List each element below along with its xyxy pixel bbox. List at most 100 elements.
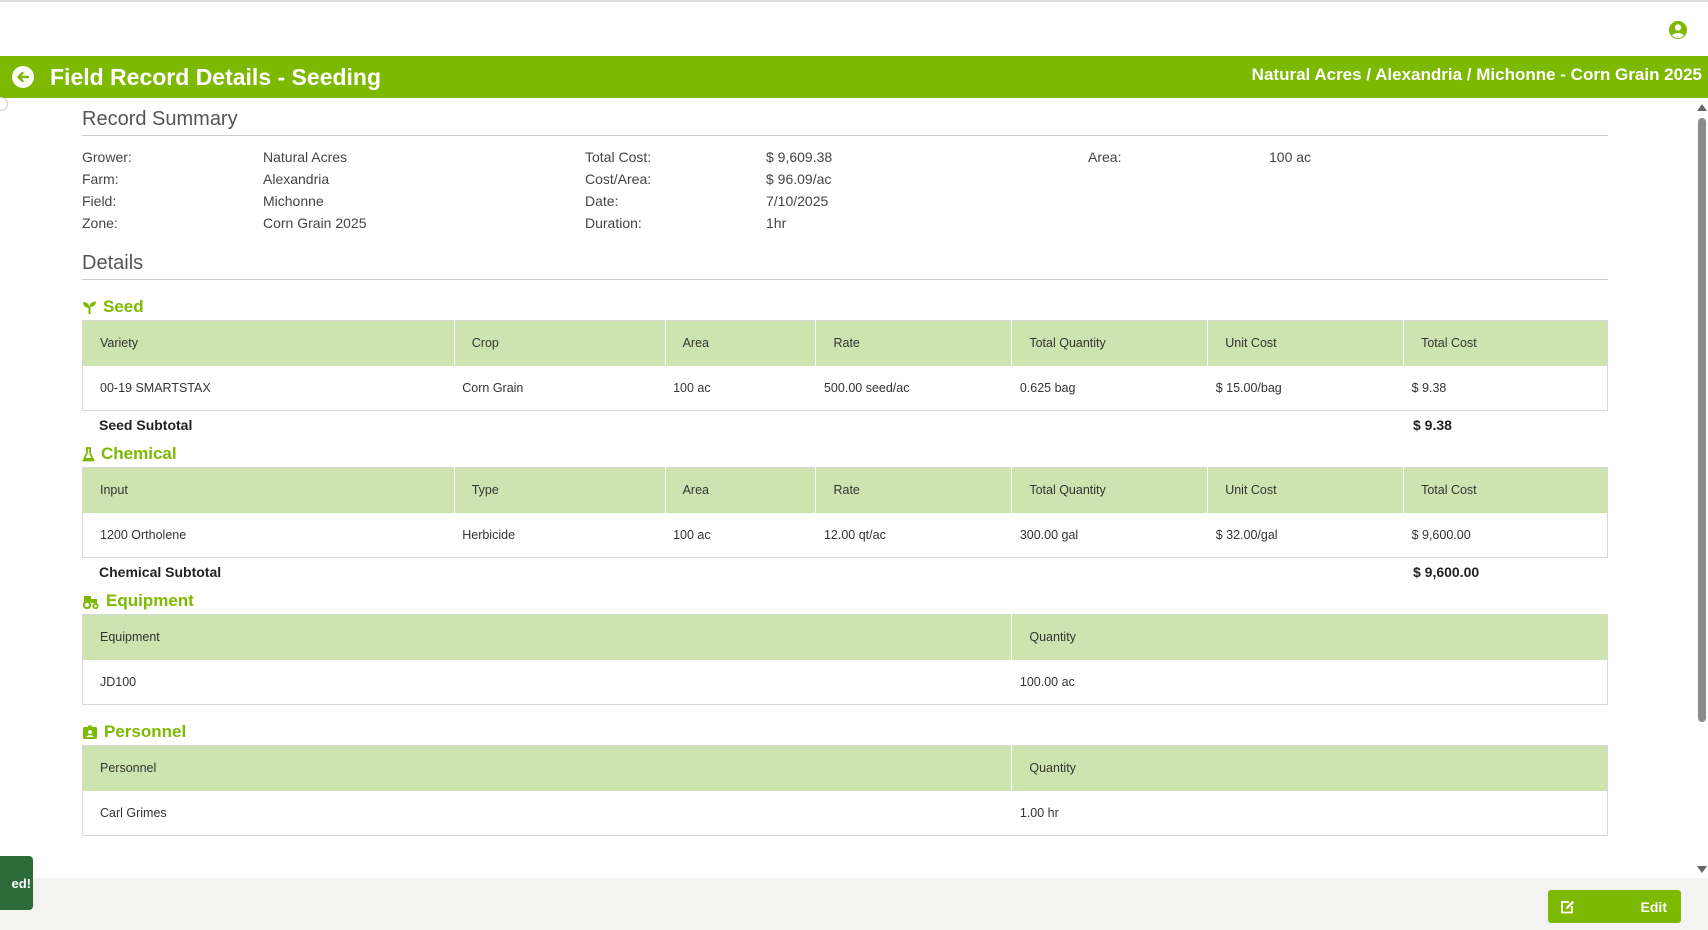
chemical-subtotal-label: Chemical Subtotal bbox=[99, 564, 222, 580]
back-button[interactable] bbox=[12, 66, 34, 88]
table-header-row: Equipment Quantity bbox=[82, 614, 1608, 660]
summary-label: Farm: bbox=[82, 171, 119, 187]
table-cell: 500.00 seed/ac bbox=[815, 365, 1012, 411]
scrollbar-thumb[interactable] bbox=[1698, 118, 1706, 722]
summary-value: Natural Acres bbox=[263, 149, 348, 165]
record-summary: Grower: Natural Acres Total Cost: $ 9,609.3… bbox=[82, 148, 1608, 232]
column-header[interactable]: Type bbox=[454, 467, 666, 513]
column-header[interactable]: Rate bbox=[815, 320, 1013, 366]
table-header-row: Personnel Quantity bbox=[82, 745, 1608, 791]
seed-subtotal-label: Seed Subtotal bbox=[99, 417, 193, 433]
column-header[interactable]: Variety bbox=[82, 320, 455, 366]
summary-label: Total Cost: bbox=[585, 149, 652, 165]
column-header[interactable]: Area bbox=[665, 467, 817, 513]
table-cell: $ 32.00/gal bbox=[1207, 512, 1404, 558]
column-header[interactable]: Unit Cost bbox=[1207, 320, 1405, 366]
table-row[interactable]: Carl Grimes 1.00 hr bbox=[82, 790, 1608, 836]
personnel-heading-label: Personnel bbox=[104, 722, 187, 741]
footer-bar bbox=[0, 878, 1708, 930]
edit-button[interactable]: Edit bbox=[1548, 890, 1681, 923]
column-header[interactable]: Area bbox=[665, 320, 817, 366]
table-cell: 300.00 gal bbox=[1011, 512, 1208, 558]
table-cell: 100 ac bbox=[665, 365, 816, 411]
table-header-row: Input Type Area Rate Total Quantity Unit Cost… bbox=[82, 467, 1608, 513]
column-header[interactable]: Personnel bbox=[82, 745, 1013, 791]
column-header[interactable]: Quantity bbox=[1011, 614, 1608, 660]
column-header[interactable]: Total Cost bbox=[1403, 320, 1608, 366]
top-bar bbox=[0, 0, 1708, 56]
summary-value bbox=[1269, 170, 1608, 188]
edit-icon bbox=[1561, 900, 1575, 913]
summary-label bbox=[1088, 192, 1269, 210]
summary-value: 1hr bbox=[766, 215, 787, 231]
scroll-up-arrow-icon[interactable] bbox=[1697, 104, 1707, 111]
seed-subtotal-value: $ 9.38 bbox=[1413, 417, 1452, 433]
seed-table: Variety Crop Area Rate Total Quantity Unit Co… bbox=[82, 320, 1608, 411]
table-cell: 100 ac bbox=[665, 512, 816, 558]
table-cell: JD100 bbox=[82, 659, 1012, 705]
id-badge-icon bbox=[83, 725, 97, 739]
equipment-table: Equipment Quantity JD100 100.00 ac bbox=[82, 614, 1608, 705]
chemical-subtotal-value: $ 9,600.00 bbox=[1413, 564, 1480, 580]
table-row[interactable]: JD100 100.00 ac bbox=[82, 659, 1608, 705]
seedling-icon bbox=[83, 301, 96, 314]
table-row[interactable]: 00-19 SMARTSTAX Corn Grain 100 ac 500.00 se… bbox=[82, 365, 1608, 411]
table-cell: $ 9,600.00 bbox=[1403, 512, 1608, 558]
side-panel-toggle[interactable] bbox=[0, 97, 8, 111]
column-header[interactable]: Total Quantity bbox=[1011, 467, 1209, 513]
summary-value: 7/10/2025 bbox=[766, 193, 829, 209]
table-cell: $ 15.00/bag bbox=[1207, 365, 1404, 411]
user-circle-icon[interactable] bbox=[1668, 20, 1688, 40]
scroll-down-arrow-icon[interactable] bbox=[1697, 866, 1707, 873]
chemical-subtotal: Chemical Subtotal $ 9,600.00 bbox=[82, 558, 1608, 588]
toast-text: ed! bbox=[11, 875, 32, 891]
column-header[interactable]: Total Quantity bbox=[1011, 320, 1209, 366]
summary-label: Field: bbox=[82, 193, 117, 209]
column-header[interactable]: Equipment bbox=[82, 614, 1013, 660]
chemical-table: Input Type Area Rate Total Quantity Unit Cost… bbox=[82, 467, 1608, 558]
table-cell: 0.625 bag bbox=[1011, 365, 1208, 411]
equipment-heading-label: Equipment bbox=[106, 591, 194, 610]
edit-button-label: Edit bbox=[1640, 898, 1667, 915]
personnel-table: Personnel Quantity Carl Grimes 1.00 hr bbox=[82, 745, 1608, 836]
arrow-left-circle-icon bbox=[17, 71, 30, 83]
table-cell: $ 9.38 bbox=[1403, 365, 1608, 411]
column-header[interactable]: Crop bbox=[454, 320, 666, 366]
table-row[interactable]: 1200 Ortholene Herbicide 100 ac 12.00 qt/ac… bbox=[82, 512, 1608, 558]
summary-value: Corn Grain 2025 bbox=[263, 215, 367, 231]
toast-notification[interactable]: ed! bbox=[0, 856, 33, 910]
summary-label: Duration: bbox=[585, 215, 642, 231]
summary-label: Area: bbox=[1088, 149, 1122, 165]
chemical-heading-label: Chemical bbox=[101, 444, 177, 463]
summary-value bbox=[1269, 192, 1608, 210]
table-header-row: Variety Crop Area Rate Total Quantity Unit Co… bbox=[82, 320, 1608, 366]
summary-label: Cost/Area: bbox=[585, 171, 652, 187]
summary-label bbox=[1088, 170, 1269, 188]
summary-label bbox=[1088, 214, 1269, 232]
page-header: Field Record Details - Seeding Natural A… bbox=[0, 56, 1708, 98]
table-cell: Corn Grain bbox=[454, 365, 666, 411]
record-summary-title: Record Summary bbox=[82, 108, 1608, 136]
chemical-heading: Chemical bbox=[82, 441, 1608, 467]
record-content: Record Summary Grower: Natural Acres Total… bbox=[82, 108, 1608, 836]
summary-value bbox=[1269, 214, 1608, 232]
summary-label: Grower: bbox=[82, 149, 132, 165]
page-title: Field Record Details - Seeding bbox=[50, 63, 382, 90]
table-cell: Carl Grimes bbox=[82, 790, 1012, 836]
column-header[interactable]: Input bbox=[82, 467, 455, 513]
summary-label: Zone: bbox=[82, 215, 118, 231]
seed-heading-label: Seed bbox=[103, 297, 144, 316]
column-header[interactable]: Rate bbox=[815, 467, 1013, 513]
summary-value: 100 ac bbox=[1269, 149, 1312, 165]
table-cell: 1.00 hr bbox=[1011, 790, 1608, 836]
breadcrumb: Natural Acres / Alexandria / Michonne - … bbox=[1251, 65, 1702, 84]
column-header[interactable]: Total Cost bbox=[1403, 467, 1608, 513]
summary-value: Alexandria bbox=[263, 171, 330, 187]
column-header[interactable]: Quantity bbox=[1011, 745, 1608, 791]
summary-value: $ 96.09/ac bbox=[766, 171, 832, 187]
table-cell: Herbicide bbox=[454, 512, 666, 558]
summary-value: $ 9,609.38 bbox=[766, 149, 833, 165]
table-cell: 00-19 SMARTSTAX bbox=[82, 365, 455, 411]
column-header[interactable]: Unit Cost bbox=[1207, 467, 1405, 513]
flask-icon bbox=[82, 446, 95, 461]
